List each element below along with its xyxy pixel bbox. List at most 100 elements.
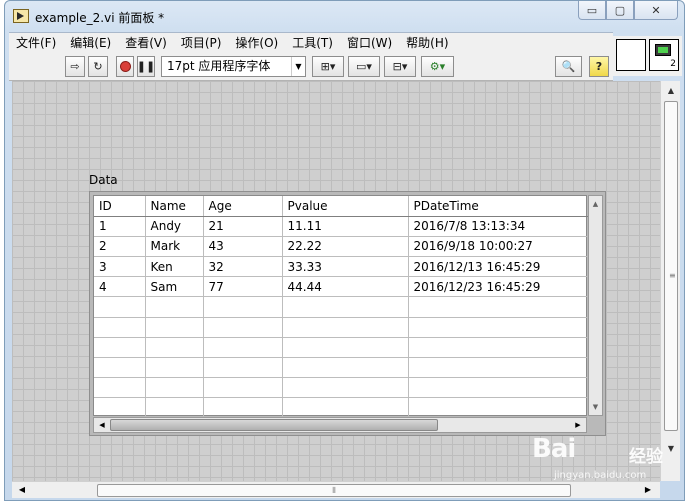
reorder-button[interactable]: ⚙▾: [421, 56, 454, 77]
title-bar[interactable]: example_2.vi 前面板 * ▭ ▢ ✕: [5, 1, 684, 31]
menu-operate[interactable]: 操作(O): [228, 33, 285, 53]
empty-cell[interactable]: [203, 377, 283, 399]
maximize-icon: ▢: [614, 3, 626, 17]
minimize-button[interactable]: ▭: [578, 1, 606, 20]
empty-cell[interactable]: [408, 397, 589, 419]
table-cell[interactable]: 11.11: [282, 216, 409, 237]
empty-cell[interactable]: [94, 357, 146, 379]
table-cell[interactable]: 4: [94, 276, 146, 298]
empty-cell[interactable]: [145, 337, 204, 359]
run-continuously-button[interactable]: ↻: [88, 56, 108, 77]
table-cell[interactable]: 44.44: [282, 276, 409, 298]
table-grid[interactable]: ID Name Age Pvalue PDateTime 1 Andy 21 1…: [93, 195, 589, 419]
table-control: ID Name Age Pvalue PDateTime 1 Andy 21 1…: [89, 191, 606, 436]
search-icon: 🔍: [561, 60, 576, 73]
scroll-up-icon[interactable]: ▲: [664, 83, 678, 99]
menu-help[interactable]: 帮助(H): [399, 33, 455, 53]
table-cell[interactable]: Ken: [145, 256, 204, 278]
empty-cell[interactable]: [145, 357, 204, 379]
table-cell[interactable]: 33.33: [282, 256, 409, 278]
maximize-button[interactable]: ▢: [606, 1, 634, 20]
align-objects-icon: ⊞▾: [320, 60, 336, 73]
table-cell[interactable]: 2: [94, 236, 146, 258]
font-select[interactable]: 17pt 应用程序字体 ▼: [161, 56, 306, 77]
pause-button[interactable]: ❚❚: [137, 56, 155, 77]
table-cell[interactable]: 2016/7/8 13:13:34: [408, 216, 589, 237]
menu-edit[interactable]: 编辑(E): [63, 33, 118, 53]
vertical-scrollbar[interactable]: ▲ ≡ ▼: [660, 81, 680, 481]
column-header[interactable]: PDateTime: [408, 196, 589, 217]
scroll-left-icon[interactable]: ◀: [14, 482, 30, 498]
empty-cell[interactable]: [282, 377, 409, 399]
table-row: 1 Andy 21 11.11 2016/7/8 13:13:34: [94, 216, 589, 237]
search-button[interactable]: 🔍: [555, 56, 582, 77]
column-header[interactable]: ID: [94, 196, 146, 217]
empty-cell[interactable]: [145, 296, 204, 318]
table-cell[interactable]: 3: [94, 256, 146, 278]
close-button[interactable]: ✕: [634, 1, 678, 20]
column-header[interactable]: Name: [145, 196, 204, 217]
empty-cell[interactable]: [203, 296, 283, 318]
table-cell[interactable]: Mark: [145, 236, 204, 258]
empty-cell[interactable]: [282, 397, 409, 419]
table-cell[interactable]: 22.22: [282, 236, 409, 258]
empty-cell[interactable]: [203, 317, 283, 338]
empty-cell[interactable]: [408, 357, 589, 379]
empty-cell[interactable]: [203, 337, 283, 359]
menu-view[interactable]: 查看(V): [118, 33, 174, 53]
empty-cell[interactable]: [94, 397, 146, 419]
scroll-right-icon[interactable]: ▶: [571, 418, 585, 432]
table-cell[interactable]: Sam: [145, 276, 204, 298]
menu-window[interactable]: 窗口(W): [340, 33, 399, 53]
scroll-down-icon[interactable]: ▼: [589, 400, 602, 415]
empty-cell[interactable]: [408, 337, 589, 359]
horizontal-scroll-thumb[interactable]: ⦀: [97, 484, 571, 497]
table-scroll-thumb[interactable]: [110, 419, 438, 431]
abort-button[interactable]: [116, 56, 134, 77]
empty-row: [94, 337, 589, 359]
empty-cell[interactable]: [94, 337, 146, 359]
scroll-left-icon[interactable]: ◀: [95, 418, 109, 432]
empty-cell[interactable]: [203, 357, 283, 379]
resize-objects-button[interactable]: ⊟▾: [384, 56, 416, 77]
empty-cell[interactable]: [94, 377, 146, 399]
vi-icon-pane[interactable]: 2: [649, 39, 679, 71]
empty-cell[interactable]: [145, 397, 204, 419]
empty-cell[interactable]: [145, 317, 204, 338]
help-button[interactable]: ?: [589, 56, 609, 77]
empty-cell[interactable]: [282, 296, 409, 318]
menu-tools[interactable]: 工具(T): [285, 33, 340, 53]
empty-cell[interactable]: [282, 317, 409, 338]
table-cell[interactable]: 2016/12/23 16:45:29: [408, 276, 589, 298]
empty-cell[interactable]: [408, 377, 589, 399]
table-cell[interactable]: 2016/9/18 10:00:27: [408, 236, 589, 258]
table-cell[interactable]: 21: [203, 216, 283, 237]
menu-project[interactable]: 项目(P): [174, 33, 229, 53]
empty-cell[interactable]: [408, 296, 589, 318]
empty-cell[interactable]: [94, 296, 146, 318]
vertical-scroll-thumb[interactable]: ≡: [664, 101, 678, 431]
empty-cell[interactable]: [282, 337, 409, 359]
table-vertical-scrollbar[interactable]: ▲ ▼: [588, 195, 603, 416]
empty-cell[interactable]: [282, 357, 409, 379]
table-cell[interactable]: 2016/12/13 16:45:29: [408, 256, 589, 278]
empty-cell[interactable]: [203, 397, 283, 419]
distribute-objects-button[interactable]: ▭▾: [348, 56, 380, 77]
font-select-value: 17pt 应用程序字体: [167, 59, 271, 73]
table-horizontal-scrollbar[interactable]: ◀ ▶: [93, 417, 587, 433]
empty-cell[interactable]: [145, 377, 204, 399]
menu-file[interactable]: 文件(F): [9, 33, 63, 53]
empty-cell[interactable]: [408, 317, 589, 338]
scroll-up-icon[interactable]: ▲: [589, 197, 602, 212]
connector-pattern[interactable]: [616, 39, 646, 71]
table-cell[interactable]: 43: [203, 236, 283, 258]
empty-cell[interactable]: [94, 317, 146, 338]
run-button[interactable]: ⇨: [65, 56, 85, 77]
column-header[interactable]: Pvalue: [282, 196, 409, 217]
table-cell[interactable]: 1: [94, 216, 146, 237]
table-cell[interactable]: 77: [203, 276, 283, 298]
column-header[interactable]: Age: [203, 196, 283, 217]
table-cell[interactable]: Andy: [145, 216, 204, 237]
table-cell[interactable]: 32: [203, 256, 283, 278]
align-objects-button[interactable]: ⊞▾: [312, 56, 344, 77]
